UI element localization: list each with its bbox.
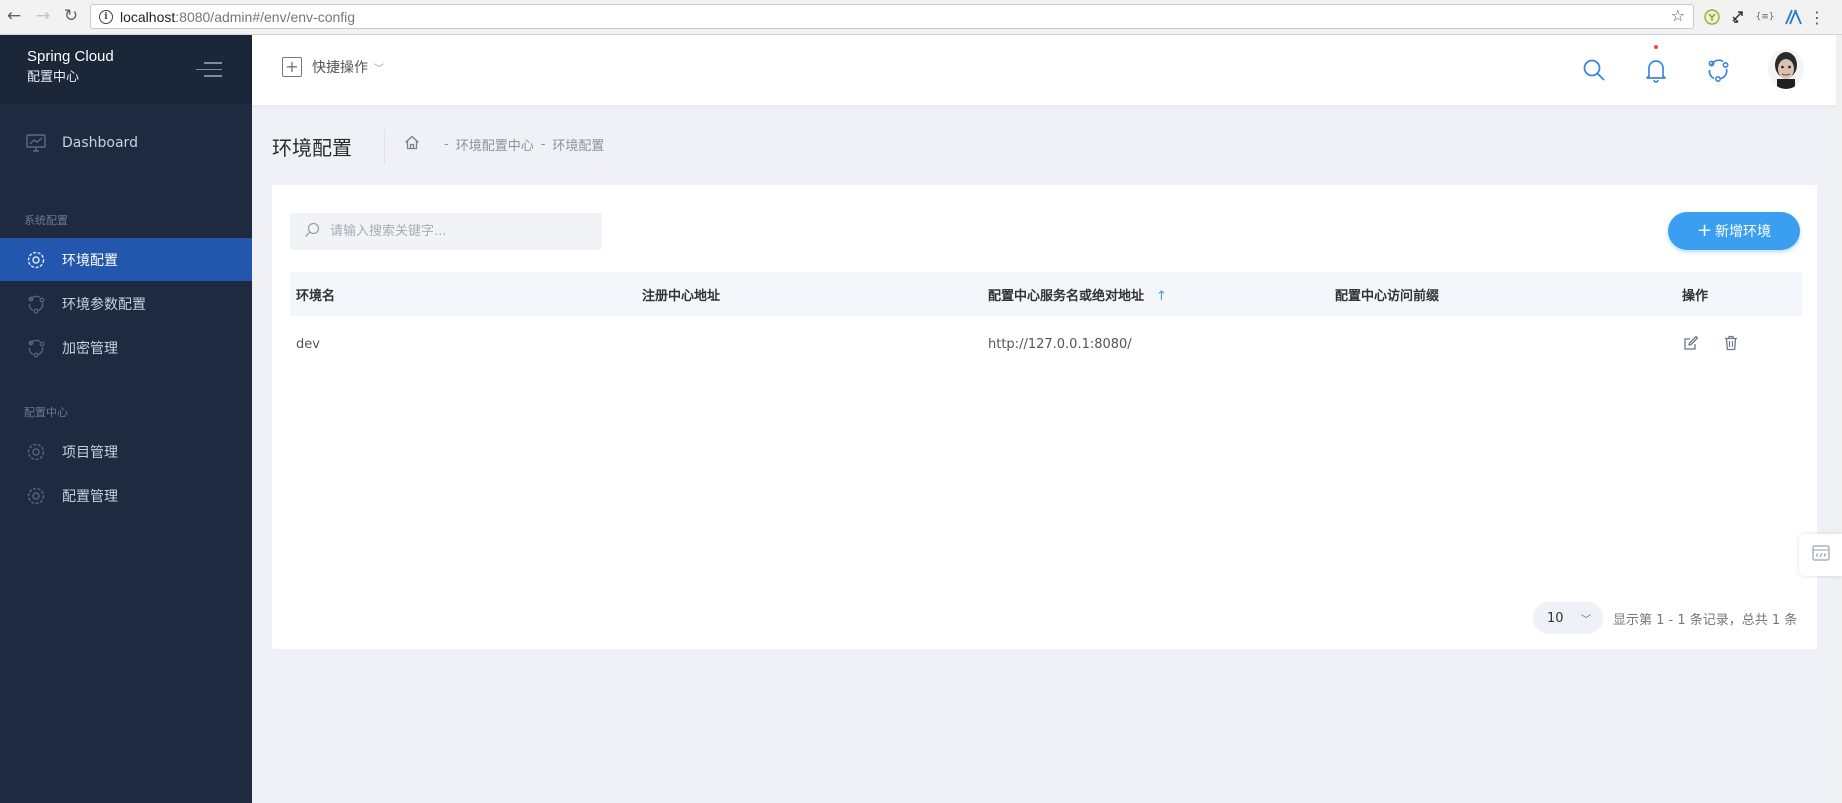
add-square-icon: + <box>282 57 302 77</box>
column-header-sortable[interactable]: 配置中心服务名或绝对地址 ↑ <box>982 285 1329 304</box>
edit-icon[interactable] <box>1682 334 1700 352</box>
menu-group-title: 系统配置 <box>24 214 68 227</box>
gear-icon <box>25 441 47 463</box>
sidebar-item-env-params[interactable]: 环境参数配置 <box>0 282 252 325</box>
search-box[interactable] <box>290 213 602 250</box>
back-icon[interactable]: ← <box>4 6 24 26</box>
breadcrumb-item[interactable]: 环境配置中心 <box>456 135 534 154</box>
url-path: :8080/admin#/env/env-config <box>175 8 356 25</box>
search-icon[interactable] <box>1581 57 1607 83</box>
reload-icon[interactable]: ↻ <box>61 6 81 26</box>
plus-icon: + <box>1696 220 1713 241</box>
floating-panel-toggle[interactable] <box>1799 534 1842 576</box>
menu-toggle-icon[interactable] <box>196 62 222 82</box>
add-environment-label: 新增环境 <box>1715 224 1772 240</box>
extension-json-icon[interactable]: {≡} <box>1756 8 1775 26</box>
page-title: 环境配置 <box>272 136 352 160</box>
title-divider <box>384 129 385 165</box>
pagination: 10 ﹀ 显示第 1 - 1 条记录，总共 1 条 <box>1533 602 1797 634</box>
cell-config-server: http://127.0.0.1:8080/ <box>988 337 1132 352</box>
breadcrumb-separator: - <box>540 137 546 152</box>
env-table: 环境名 注册中心地址 配置中心服务名或绝对地址 ↑ 配置中心访问前缀 操作 dev… <box>290 272 1802 373</box>
extension-arrows-icon[interactable] <box>1729 8 1747 26</box>
chevron-down-icon: ﹀ <box>374 63 384 75</box>
cell-env-name: dev <box>296 337 320 352</box>
page-scrollbar[interactable] <box>1836 35 1842 803</box>
sidebar-item-label: 环境配置 <box>62 252 118 269</box>
add-environment-button[interactable]: + 新增环境 <box>1668 212 1800 250</box>
sidebar-item-dashboard[interactable]: Dashboard <box>0 121 252 164</box>
cluster-icon <box>25 293 47 315</box>
address-bar[interactable]: i localhost:8080/admin#/env/env-config ☆ <box>90 4 1694 29</box>
page-size-value: 10 <box>1547 610 1564 626</box>
page-size-select[interactable]: 10 ﹀ <box>1533 602 1603 634</box>
avatar[interactable] <box>1768 49 1804 89</box>
dashboard-icon <box>25 132 47 154</box>
browser-toolbar: ← → ↻ i localhost:8080/admin#/env/env-co… <box>0 0 1842 35</box>
sidebar-item-configs[interactable]: 配置管理 <box>0 474 252 517</box>
site-info-icon[interactable]: i <box>99 9 113 24</box>
extension-lambda-icon[interactable] <box>1784 8 1802 26</box>
trash-icon[interactable] <box>1722 334 1740 352</box>
breadcrumb: - 环境配置中心 - 环境配置 <box>404 135 604 154</box>
sidebar-item-encryption[interactable]: 加密管理 <box>0 326 252 369</box>
sidebar-item-label: Dashboard <box>62 134 138 151</box>
sidebar-item-label: 加密管理 <box>62 340 118 357</box>
pagination-summary: 显示第 1 - 1 条记录，总共 1 条 <box>1613 612 1798 628</box>
search-icon <box>304 222 320 242</box>
column-header: 注册中心地址 <box>642 288 721 304</box>
table-row: dev http://127.0.0.1:8080/ <box>290 316 1802 373</box>
brand: Spring Cloud 配置中心 <box>0 35 252 104</box>
notification-dot <box>1654 45 1658 49</box>
column-header: 配置中心访问前缀 <box>1335 288 1440 304</box>
browser-menu-icon[interactable]: ⋮ <box>1808 8 1826 27</box>
search-input[interactable] <box>330 224 590 239</box>
sidebar-item-label: 项目管理 <box>62 444 118 461</box>
chevron-down-icon: ﹀ <box>1581 614 1591 626</box>
quick-actions-dropdown[interactable]: + 快捷操作 ﹀ <box>282 57 384 77</box>
column-header: 环境名 <box>296 288 336 304</box>
quick-actions-label: 快捷操作 <box>312 60 368 76</box>
sidebar-item-projects[interactable]: 项目管理 <box>0 430 252 473</box>
cluster-icon <box>25 337 47 359</box>
home-icon[interactable] <box>404 135 420 154</box>
gear-icon <box>25 485 47 507</box>
forward-icon[interactable]: → <box>33 6 53 26</box>
menu-group-title: 配置中心 <box>24 406 68 419</box>
sidebar-item-env-config[interactable]: 环境配置 <box>0 238 252 281</box>
column-header-label: 配置中心服务名或绝对地址 <box>988 288 1145 304</box>
sort-ascending-icon[interactable]: ↑ <box>1156 289 1167 304</box>
cell-actions <box>1676 334 1802 355</box>
top-header: + 快捷操作 ﹀ <box>252 35 1842 105</box>
bell-icon[interactable] <box>1643 57 1669 83</box>
column-header: 操作 <box>1682 288 1709 304</box>
gear-icon <box>25 249 47 271</box>
table-header: 环境名 注册中心地址 配置中心服务名或绝对地址 ↑ 配置中心访问前缀 操作 <box>290 272 1802 316</box>
content-card: + 新增环境 环境名 注册中心地址 配置中心服务名或绝对地址 ↑ 配置中心访问前缀… <box>272 185 1817 649</box>
sidebar: Spring Cloud 配置中心 Dashboard 系统配置 环境配置 环境… <box>0 35 252 803</box>
sidebar-item-label: 配置管理 <box>62 488 118 505</box>
extension-y-icon[interactable] <box>1703 8 1721 26</box>
sidebar-item-label: 环境参数配置 <box>62 296 146 313</box>
bookmark-star-icon[interactable]: ☆ <box>1671 6 1685 25</box>
url-host: localhost <box>120 8 176 25</box>
breadcrumb-separator: - <box>444 137 449 152</box>
breadcrumb-item: 环境配置 <box>552 139 605 154</box>
code-window-icon <box>1811 545 1830 565</box>
cluster-icon[interactable] <box>1705 57 1731 83</box>
